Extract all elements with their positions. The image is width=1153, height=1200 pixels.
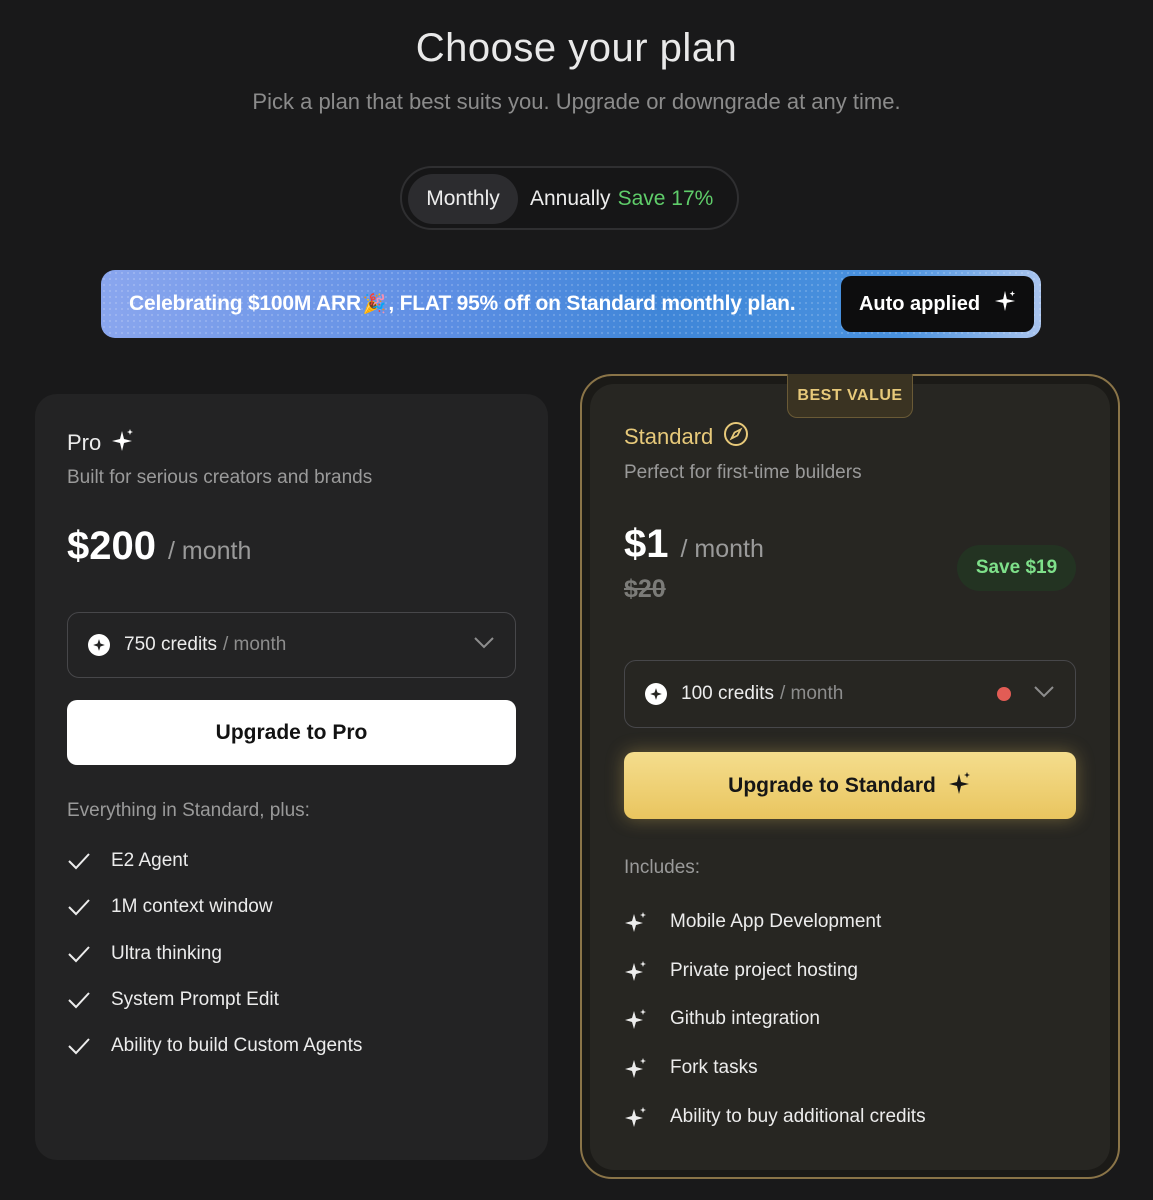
feature-label: Ability to buy additional credits [670,1106,926,1127]
feature-label: E2 Agent [111,850,189,871]
list-item: Ability to buy additional credits [624,1105,926,1129]
list-item: Fork tasks [624,1056,758,1080]
feature-label: Fork tasks [670,1057,758,1078]
auto-applied-button[interactable]: Auto applied [841,276,1034,332]
list-item: System Prompt Edit [67,989,279,1011]
banner-text: Celebrating $100M ARR 🎉 , FLAT 95% off o… [129,270,796,338]
annual-save-label: Save 17% [617,187,714,210]
chevron-down-icon [1033,683,1055,705]
pro-credits-value: 750 credits [124,634,217,655]
pro-price-value: $200 [67,524,156,568]
standard-credits-period: / month [779,683,844,704]
sparkle-icon [624,959,670,983]
feature-label: 1M context window [111,896,273,917]
list-item: Private project hosting [624,959,858,983]
standard-plan-name: Standard [624,424,714,449]
toggle-monthly[interactable]: Monthly [408,174,518,224]
check-icon [67,897,111,917]
check-icon [67,1036,111,1056]
pro-features-heading: Everything in Standard, plus: [67,800,310,821]
toggle-annually[interactable]: Annually Save 17% [530,174,713,224]
standard-credits-value: 100 credits [681,683,774,704]
list-item: 1M context window [67,896,273,918]
compass-icon [723,421,749,453]
standard-price-period: / month [680,535,764,563]
upgrade-to-standard-button[interactable]: Upgrade to Standard [624,752,1076,819]
credit-icon [645,683,667,705]
pro-plan-name: Pro [67,430,102,455]
list-item: E2 Agent [67,850,188,872]
feature-label: Mobile App Development [670,911,882,932]
pro-price: $200 / month [67,524,251,569]
feature-label: System Prompt Edit [111,989,279,1010]
check-icon [67,990,111,1010]
pro-plan-title: Pro [67,428,135,458]
sparkle-icon [624,1007,670,1031]
upgrade-to-pro-button[interactable]: Upgrade to Pro [67,700,516,765]
pro-credits-select[interactable]: 750 credits / month [67,612,516,678]
pro-plan-description: Built for serious creators and brands [67,467,373,488]
status-dot [997,687,1011,701]
pro-credits-period: / month [222,634,287,655]
sparkle-icon [624,1056,670,1080]
sparkle-icon [111,428,135,458]
check-icon [67,944,111,964]
save-badge: Save $19 [957,545,1076,591]
chevron-down-icon [473,634,495,656]
credit-icon [88,634,110,656]
sparkle-icon [994,290,1016,318]
pro-price-period: / month [167,537,252,565]
feature-label: Ability to build Custom Agents [111,1035,363,1056]
promo-banner: Celebrating $100M ARR 🎉 , FLAT 95% off o… [101,270,1041,338]
original-price: $20 [624,575,666,603]
check-icon [67,851,111,871]
upgrade-to-standard-label: Upgrade to Standard [728,773,936,797]
banner-text-start: Celebrating $100M ARR [129,292,361,315]
banner-text-end: , FLAT 95% off on Standard monthly plan. [388,292,796,315]
feature-label: Private project hosting [670,960,858,981]
feature-label: Github integration [670,1008,820,1029]
list-item: Ability to build Custom Agents [67,1035,362,1057]
standard-plan-description: Perfect for first-time builders [624,462,862,483]
sparkle-icon [624,1105,670,1129]
page-title: Choose your plan [415,26,738,70]
party-popper-icon: 🎉 [362,294,387,315]
sparkle-icon [948,771,972,801]
standard-price: $1 / month [624,522,764,567]
standard-price-value: $1 [624,522,669,566]
billing-toggle: Monthly Annually Save 17% [400,166,739,230]
list-item: Ultra thinking [67,943,222,965]
standard-plan-title: Standard [624,421,749,453]
toggle-annually-label: Annually [530,187,611,210]
list-item: Mobile App Development [624,910,881,934]
auto-applied-label: Auto applied [858,292,981,315]
feature-label: Ultra thinking [111,943,222,964]
list-item: Github integration [624,1007,820,1031]
sparkle-icon [624,910,670,934]
page-subtitle: Pick a plan that best suits you. Upgrade… [252,89,901,114]
standard-credits-select[interactable]: 100 credits / month [624,660,1076,728]
best-value-badge: BEST VALUE [787,374,913,418]
standard-features-heading: Includes: [624,857,701,878]
